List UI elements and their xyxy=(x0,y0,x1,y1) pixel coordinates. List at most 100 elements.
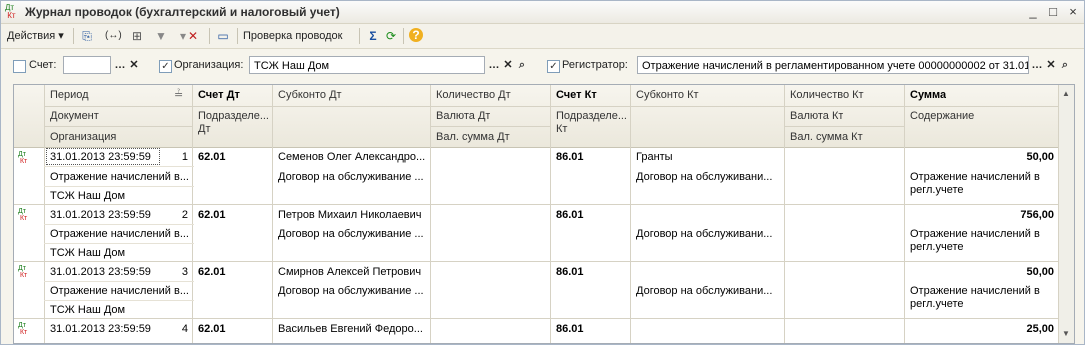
col-sum[interactable]: Сумма xyxy=(910,89,946,101)
sort-icon[interactable]: ≟ xyxy=(174,88,183,101)
journal-window: Дт Кт Журнал проводок (бухгалтерский и н… xyxy=(0,0,1085,345)
col-subdiv-kt[interactable]: Подразделе... Кт xyxy=(556,110,630,136)
row-organization[interactable]: ТСЖ Наш Дом xyxy=(50,304,125,316)
org-field[interactable]: ТСЖ Наш Дом xyxy=(249,56,485,74)
row-sum[interactable]: 756,00 xyxy=(910,209,1054,221)
row-sum[interactable]: 25,00 xyxy=(910,323,1054,335)
table-header: Период ≟ Счет Дт Субконто Дт Количество … xyxy=(14,85,1058,148)
col-acc-kt[interactable]: Счет Кт xyxy=(556,89,597,101)
row-content-2[interactable]: регл.учете xyxy=(910,241,964,253)
col-document[interactable]: Документ xyxy=(50,110,99,122)
col-cur-dt[interactable]: Валюта Дт xyxy=(436,110,490,122)
row-acc-kt[interactable]: 86.01 xyxy=(556,209,584,221)
account-checkbox[interactable] xyxy=(13,60,26,73)
row-date[interactable]: 31.01.2013 23:59:59 xyxy=(50,323,151,335)
row-content-1[interactable]: Отражение начислений в xyxy=(910,171,1040,183)
row-acc-dt[interactable]: 62.01 xyxy=(198,151,226,163)
row-acc-kt[interactable]: 86.01 xyxy=(556,266,584,278)
registrar-clear-button[interactable]: ✕ xyxy=(1044,57,1058,73)
row-subconto-kt-1[interactable]: Гранты xyxy=(636,151,673,163)
vertical-scrollbar[interactable]: ▲ ▼ xyxy=(1058,85,1074,343)
close-button[interactable]: × xyxy=(1065,4,1081,20)
account-select-button[interactable]: … xyxy=(113,57,127,73)
row-subconto-dt-1[interactable]: Петров Михаил Николаевич xyxy=(278,209,428,221)
registrar-select-button[interactable]: … xyxy=(1030,57,1044,73)
row-acc-kt[interactable]: 86.01 xyxy=(556,323,584,335)
row-subconto-dt-2[interactable]: Договор на обслуживание ... xyxy=(278,171,428,183)
filter-settings-icon[interactable]: ⊞ xyxy=(129,28,145,44)
actions-menu[interactable]: Действия ▾ xyxy=(7,27,64,45)
registrar-checkbox[interactable]: ✓ xyxy=(547,60,560,73)
col-subdiv-dt[interactable]: Подразделе... Дт xyxy=(198,110,272,136)
row-number: 3 xyxy=(181,266,188,278)
account-field[interactable] xyxy=(63,56,111,74)
org-clear-button[interactable]: ✕ xyxy=(501,57,515,73)
col-content[interactable]: Содержание xyxy=(910,110,974,122)
entries-table[interactable]: Период ≟ Счет Дт Субконто Дт Количество … xyxy=(13,84,1075,344)
row-divider xyxy=(44,281,194,282)
row-date[interactable]: 31.01.2013 23:59:59 xyxy=(50,266,151,278)
window-title: Журнал проводок (бухгалтерский и налогов… xyxy=(25,5,340,19)
maximize-button[interactable]: □ xyxy=(1045,4,1061,20)
help-icon[interactable]: ? xyxy=(409,28,423,42)
col-subconto-kt[interactable]: Субконто Кт xyxy=(636,89,699,101)
interval-icon[interactable]: (↔) xyxy=(105,28,122,44)
row-content-1[interactable]: Отражение начислений в xyxy=(910,285,1040,297)
row-document[interactable]: Отражение начислений в... xyxy=(50,171,190,183)
col-cur-kt[interactable]: Валюта Кт xyxy=(790,110,843,122)
scroll-up-icon[interactable]: ▲ xyxy=(1062,89,1070,98)
row-acc-dt[interactable]: 62.01 xyxy=(198,323,226,335)
account-clear-button[interactable]: ✕ xyxy=(127,57,141,73)
row-subconto-dt-1[interactable]: Семенов Олег Александро... xyxy=(278,151,428,163)
edit-icon[interactable]: ▭ xyxy=(215,28,231,44)
row-acc-dt[interactable]: 62.01 xyxy=(198,266,226,278)
col-qty-kt[interactable]: Количество Кт xyxy=(790,89,864,101)
row-subconto-kt-2[interactable]: Договор на обслуживани... xyxy=(636,228,782,240)
sum-icon[interactable]: Σ xyxy=(365,28,381,44)
row-content-1[interactable]: Отражение начислений в xyxy=(910,228,1040,240)
registrar-search-icon[interactable]: ⌕ xyxy=(1058,57,1072,73)
filter-icon[interactable]: ▼ xyxy=(153,28,169,44)
row-subconto-dt-2[interactable]: Договор на обслуживание ... xyxy=(278,228,428,240)
copy-icon[interactable]: ⎘ xyxy=(79,28,95,44)
col-cur-sum-kt[interactable]: Вал. сумма Кт xyxy=(790,131,863,143)
row-subconto-kt-2[interactable]: Договор на обслуживани... xyxy=(636,285,782,297)
row-sum[interactable]: 50,00 xyxy=(910,151,1054,163)
row-subconto-kt-2[interactable]: Договор на обслуживани... xyxy=(636,171,782,183)
col-divider xyxy=(904,85,905,343)
row-divider xyxy=(14,261,1058,262)
clear-filter-icon[interactable]: ✕ xyxy=(185,28,201,44)
org-search-icon[interactable]: ⌕ xyxy=(515,57,529,73)
col-period[interactable]: Период xyxy=(50,89,89,101)
refresh-icon[interactable]: ⟳ xyxy=(383,28,399,44)
col-acc-dt[interactable]: Счет Дт xyxy=(198,89,240,101)
check-entries-button[interactable]: Проверка проводок xyxy=(243,27,342,45)
col-subconto-dt[interactable]: Субконто Дт xyxy=(278,89,342,101)
org-select-button[interactable]: … xyxy=(487,57,501,73)
col-organization[interactable]: Организация xyxy=(50,131,116,143)
row-organization[interactable]: ТСЖ Наш Дом xyxy=(50,247,125,259)
row-acc-kt[interactable]: 86.01 xyxy=(556,151,584,163)
row-sum[interactable]: 50,00 xyxy=(910,266,1054,278)
row-subconto-dt-1[interactable]: Васильев Евгений Федоро... xyxy=(278,323,428,335)
row-acc-dt[interactable]: 62.01 xyxy=(198,209,226,221)
row-document[interactable]: Отражение начислений в... xyxy=(50,285,190,297)
row-divider xyxy=(44,166,194,167)
row-divider xyxy=(14,204,1058,205)
row-subconto-dt-1[interactable]: Смирнов Алексей Петрович xyxy=(278,266,428,278)
row-content-2[interactable]: регл.учете xyxy=(910,298,964,310)
registrar-field[interactable]: Отражение начислений в регламентированно… xyxy=(637,56,1029,74)
row-subconto-dt-2[interactable]: Договор на обслуживание ... xyxy=(278,285,428,297)
row-content-2[interactable]: регл.учете xyxy=(910,184,964,196)
row-date[interactable]: 31.01.2013 23:59:59 xyxy=(50,151,151,163)
col-cur-sum-dt[interactable]: Вал. сумма Дт xyxy=(436,131,510,143)
row-organization[interactable]: ТСЖ Наш Дом xyxy=(50,190,125,202)
col-qty-dt[interactable]: Количество Дт xyxy=(436,89,511,101)
scroll-down-icon[interactable]: ▼ xyxy=(1062,329,1070,338)
org-checkbox[interactable]: ✓ xyxy=(159,60,172,73)
toolbar: Действия ▾ ⎘ (↔) ⊞ ▼ ▾ ✕ ▭ Проверка пров… xyxy=(1,24,1084,49)
minimize-button[interactable]: _ xyxy=(1025,4,1041,20)
row-date[interactable]: 31.01.2013 23:59:59 xyxy=(50,209,151,221)
row-document[interactable]: Отражение начислений в... xyxy=(50,228,190,240)
entry-icon: Дт Кт xyxy=(18,265,28,279)
